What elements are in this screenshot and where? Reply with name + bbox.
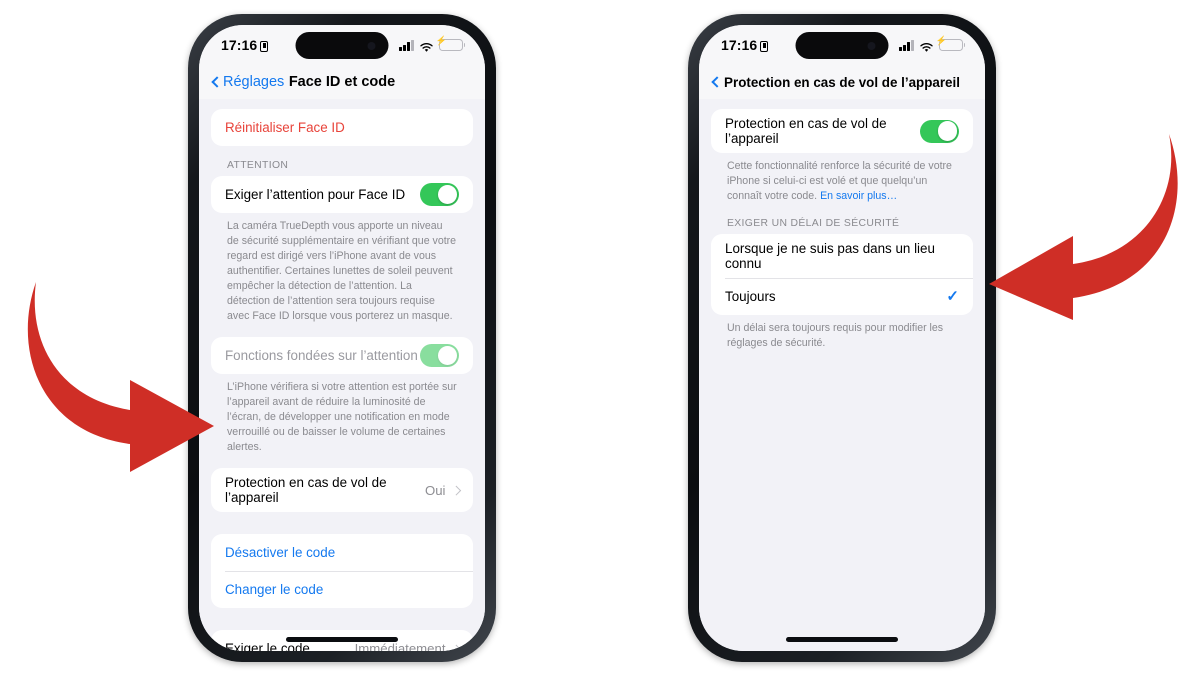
lock-icon	[760, 40, 769, 52]
status-bar-time-group: 17:16	[221, 37, 269, 53]
row-attention-features[interactable]: Fonctions fondées sur l’attention	[211, 337, 473, 374]
battery-charging-icon: ⚡	[436, 36, 466, 51]
chevron-left-icon	[711, 76, 723, 88]
status-bar: 17:16 ⚡	[699, 25, 985, 65]
chevron-right-icon	[451, 485, 461, 495]
row-disable-passcode[interactable]: Désactiver le code	[211, 534, 473, 571]
back-button-label: Réglages	[223, 74, 285, 90]
back-button[interactable]	[711, 76, 723, 88]
chevron-left-icon	[211, 76, 223, 88]
group-reset: Réinitialiser Face ID	[211, 109, 473, 146]
back-button[interactable]: Réglages	[211, 74, 285, 90]
wifi-icon	[919, 40, 934, 52]
footnote-protection: Cette fonctionnalité renforce la sécurit…	[711, 153, 973, 204]
navigation-bar: Réglages Face ID et code	[199, 65, 485, 99]
status-time: 17:16	[721, 37, 758, 53]
row-require-attention[interactable]: Exiger l’attention pour Face ID	[211, 176, 473, 213]
navigation-bar: Protection en cas de vol de l’appareil	[699, 65, 985, 99]
row-label: Fonctions fondées sur l’attention	[225, 348, 418, 364]
toggle-stolen-device-protection[interactable]	[920, 119, 959, 143]
lock-icon	[260, 40, 269, 52]
home-indicator	[286, 637, 398, 642]
iphone-face-id-settings: 17:16 ⚡ Réglages Face ID et code Réiniti…	[188, 14, 496, 662]
status-bar-indicators: ⚡	[899, 36, 966, 52]
screen: 17:16 ⚡ Réglages Face ID et code Réiniti…	[199, 25, 485, 651]
row-label: Désactiver le code	[225, 545, 336, 561]
row-reset-face-id[interactable]: Réinitialiser Face ID	[211, 109, 473, 146]
home-indicator	[786, 637, 898, 642]
section-header-attention: ATTENTION	[227, 160, 289, 171]
group-protection-toggle: Protection en cas de vol de l’appareil	[711, 109, 973, 153]
iphone-stolen-device-protection: 17:16 ⚡ Protection en cas de vol de l’ap…	[688, 14, 996, 662]
footnote-require-attention: La caméra TrueDepth vous apporte un nive…	[227, 220, 457, 323]
cellular-signal-icon	[399, 39, 414, 51]
row-stolen-device-protection[interactable]: Protection en cas de vol de l’appareil O…	[211, 468, 473, 512]
section-header-delay: EXIGER UN DÉLAI DE SÉCURITÉ	[727, 218, 900, 230]
group-require-attention: Exiger l’attention pour Face ID	[211, 176, 473, 213]
row-label: Protection en cas de vol de l’appareil	[725, 116, 887, 146]
page-title: Protection en cas de vol de l’appareil	[724, 74, 960, 90]
row-label: Réinitialiser Face ID	[225, 120, 345, 135]
checkmark-icon: ✓	[946, 288, 959, 306]
group-stolen-device-protection: Protection en cas de vol de l’appareil O…	[211, 468, 473, 513]
row-label: Protection en cas de vol de l’appareil	[225, 475, 387, 506]
learn-more-link[interactable]: En savoir plus…	[820, 190, 897, 202]
dynamic-island	[795, 32, 889, 59]
settings-list[interactable]: Réinitialiser Face ID ATTENTION Exiger l…	[199, 99, 485, 651]
chevron-right-icon	[451, 644, 461, 651]
dynamic-island	[295, 32, 389, 59]
page-title: Face ID et code	[288, 74, 396, 90]
toggle-require-attention[interactable]	[420, 183, 459, 206]
status-bar: 17:16 ⚡	[199, 25, 485, 65]
row-value: Immédiatement	[354, 641, 446, 651]
row-value: Oui	[424, 482, 446, 498]
row-change-passcode[interactable]: Changer le code	[211, 571, 473, 608]
status-bar-time-group: 17:16	[721, 37, 769, 53]
row-label: Lorsque je ne suis pas dans un lieu conn…	[725, 241, 935, 272]
wifi-icon	[419, 40, 434, 52]
group-delay-options: Lorsque je ne suis pas dans un lieu conn…	[711, 234, 973, 316]
settings-list[interactable]: Protection en cas de vol de l’appareil C…	[699, 99, 985, 651]
row-label: Toujours	[725, 289, 776, 305]
row-label: Exiger le code	[225, 641, 310, 651]
group-passcode-actions: Désactiver le code Changer le code	[211, 534, 473, 609]
screen: 17:16 ⚡ Protection en cas de vol de l’ap…	[699, 25, 985, 651]
battery-charging-icon: ⚡	[936, 36, 966, 51]
footnote-attention-features: L’iPhone vérifiera si votre attention es…	[227, 381, 457, 454]
row-protection-toggle[interactable]: Protection en cas de vol de l’appareil	[711, 109, 973, 153]
cellular-signal-icon	[899, 39, 914, 51]
row-label: Changer le code	[225, 582, 324, 598]
row-option-away-from-familiar-location[interactable]: Lorsque je ne suis pas dans un lieu conn…	[711, 234, 973, 278]
group-attention-features: Fonctions fondées sur l’attention	[211, 337, 473, 375]
toggle-attention-features[interactable]	[420, 344, 459, 368]
status-bar-indicators: ⚡	[399, 36, 466, 52]
status-time: 17:16	[221, 37, 258, 53]
footnote-delay: Un délai sera toujours requis pour modif…	[727, 322, 944, 350]
row-option-always[interactable]: Toujours ✓	[711, 278, 973, 315]
row-label: Exiger l’attention pour Face ID	[225, 187, 406, 202]
